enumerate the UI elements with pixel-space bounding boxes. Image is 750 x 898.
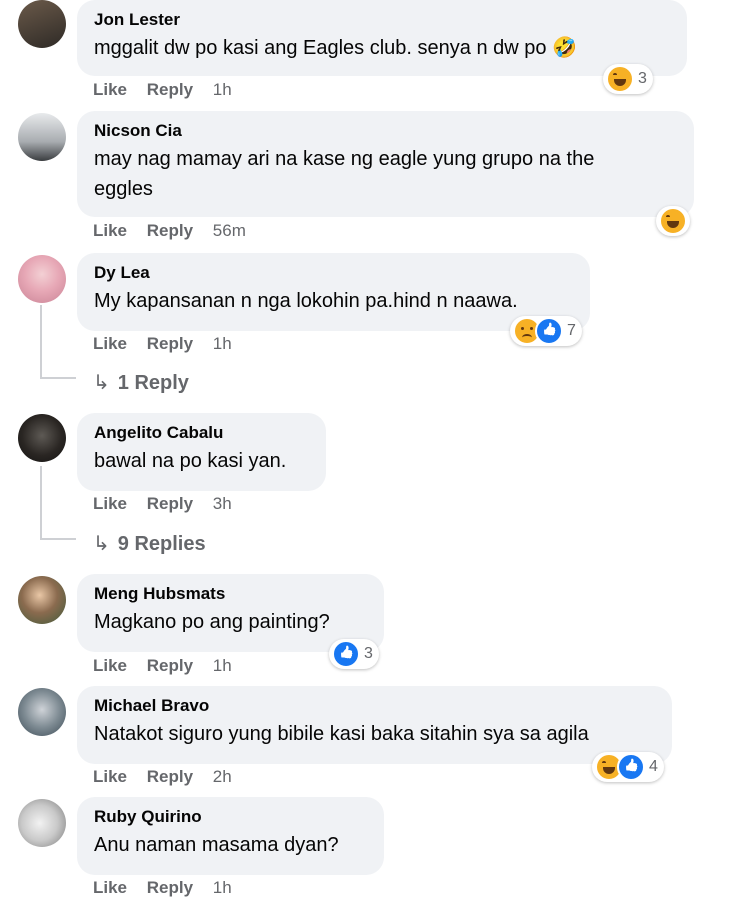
like-reaction-icon <box>535 317 563 345</box>
avatar[interactable] <box>18 799 66 847</box>
timestamp[interactable]: 1h <box>213 878 232 897</box>
commenter-name[interactable]: Nicson Cia <box>94 121 676 141</box>
commenter-name[interactable]: Ruby Quirino <box>94 807 366 827</box>
thread-connector <box>40 538 76 540</box>
like-button[interactable]: Like <box>93 878 127 897</box>
haha-reaction-icon <box>659 207 687 235</box>
reaction-count: 3 <box>364 645 373 662</box>
reaction-summary[interactable]: 7 <box>510 316 582 346</box>
comment-bubble: Nicson Cia may nag mamay ari na kase ng … <box>77 111 694 217</box>
thread-connector <box>40 377 76 379</box>
like-button[interactable]: Like <box>93 221 127 240</box>
comment-actions: Like Reply 1h <box>93 334 247 354</box>
like-reaction-icon <box>617 753 645 781</box>
reaction-summary[interactable]: 3 <box>603 64 653 94</box>
comment-actions: Like Reply 1h <box>93 80 247 100</box>
reaction-summary[interactable]: 4 <box>592 752 664 782</box>
reply-button[interactable]: Reply <box>147 656 193 675</box>
like-button[interactable]: Like <box>93 767 127 786</box>
commenter-name[interactable]: Michael Bravo <box>94 696 654 716</box>
reaction-count: 3 <box>638 70 647 87</box>
comment-actions: Like Reply 1h <box>93 656 247 676</box>
timestamp[interactable]: 1h <box>213 656 232 675</box>
timestamp[interactable]: 1h <box>213 80 232 99</box>
comment-bubble: Michael Bravo Natakot siguro yung bibile… <box>77 686 672 764</box>
commenter-name[interactable]: Jon Lester <box>94 10 669 30</box>
reply-button[interactable]: Reply <box>147 494 193 513</box>
reply-button[interactable]: Reply <box>147 334 193 353</box>
reply-button[interactable]: Reply <box>147 221 193 240</box>
avatar[interactable] <box>18 576 66 624</box>
timestamp[interactable]: 2h <box>213 767 232 786</box>
reaction-summary[interactable] <box>656 206 690 236</box>
reaction-count: 7 <box>567 322 576 339</box>
comment-bubble: Dy Lea My kapansanan n nga lokohin pa.hi… <box>77 253 590 331</box>
comment-actions: Like Reply 56m <box>93 221 261 241</box>
comment-bubble: Ruby Quirino Anu naman masama dyan? <box>77 797 384 875</box>
haha-reaction-icon <box>606 65 634 93</box>
comment-bubble: Jon Lester mggalit dw po kasi ang Eagles… <box>77 0 687 76</box>
like-button[interactable]: Like <box>93 80 127 99</box>
comment-bubble: Angelito Cabalu bawal na po kasi yan. <box>77 413 326 491</box>
like-reaction-icon <box>332 640 360 668</box>
reaction-summary[interactable]: 3 <box>329 639 379 669</box>
view-replies-link[interactable]: ↳ 1 Reply <box>93 370 189 395</box>
comment-actions: Like Reply 3h <box>93 494 247 514</box>
reply-arrow-icon: ↳ <box>93 372 110 394</box>
avatar[interactable] <box>18 255 66 303</box>
commenter-name[interactable]: Dy Lea <box>94 263 572 283</box>
avatar[interactable] <box>18 688 66 736</box>
comment-text: bawal na po kasi yan. <box>94 450 287 472</box>
like-button[interactable]: Like <box>93 656 127 675</box>
comment-text: Anu naman masama dyan? <box>94 834 339 856</box>
reply-button[interactable]: Reply <box>147 878 193 897</box>
reaction-count: 4 <box>649 758 658 775</box>
timestamp[interactable]: 3h <box>213 494 232 513</box>
commenter-name[interactable]: Angelito Cabalu <box>94 423 308 443</box>
timestamp[interactable]: 56m <box>213 221 246 240</box>
avatar[interactable] <box>18 414 66 462</box>
reply-arrow-icon: ↳ <box>93 533 110 555</box>
like-button[interactable]: Like <box>93 494 127 513</box>
thread-line <box>40 466 42 538</box>
comment-text: Natakot siguro yung bibile kasi baka sit… <box>94 723 589 745</box>
comment-text: My kapansanan n nga lokohin pa.hind n na… <box>94 290 518 312</box>
comment-text: mggalit dw po kasi ang Eagles club. seny… <box>94 37 577 59</box>
avatar[interactable] <box>18 0 66 48</box>
comment-actions: Like Reply 1h <box>93 878 247 898</box>
like-button[interactable]: Like <box>93 334 127 353</box>
comment-text: may nag mamay ari na kase ng eagle yung … <box>94 148 595 200</box>
comment-actions: Like Reply 2h <box>93 767 247 787</box>
view-replies-link[interactable]: ↳ 9 Replies <box>93 531 206 556</box>
timestamp[interactable]: 1h <box>213 334 232 353</box>
reply-button[interactable]: Reply <box>147 80 193 99</box>
reply-button[interactable]: Reply <box>147 767 193 786</box>
avatar[interactable] <box>18 113 66 161</box>
comment-text: Magkano po ang painting? <box>94 611 330 633</box>
replies-count: 1 Reply <box>117 372 189 394</box>
replies-count: 9 Replies <box>117 533 206 555</box>
thread-line <box>40 305 42 377</box>
commenter-name[interactable]: Meng Hubsmats <box>94 584 366 604</box>
